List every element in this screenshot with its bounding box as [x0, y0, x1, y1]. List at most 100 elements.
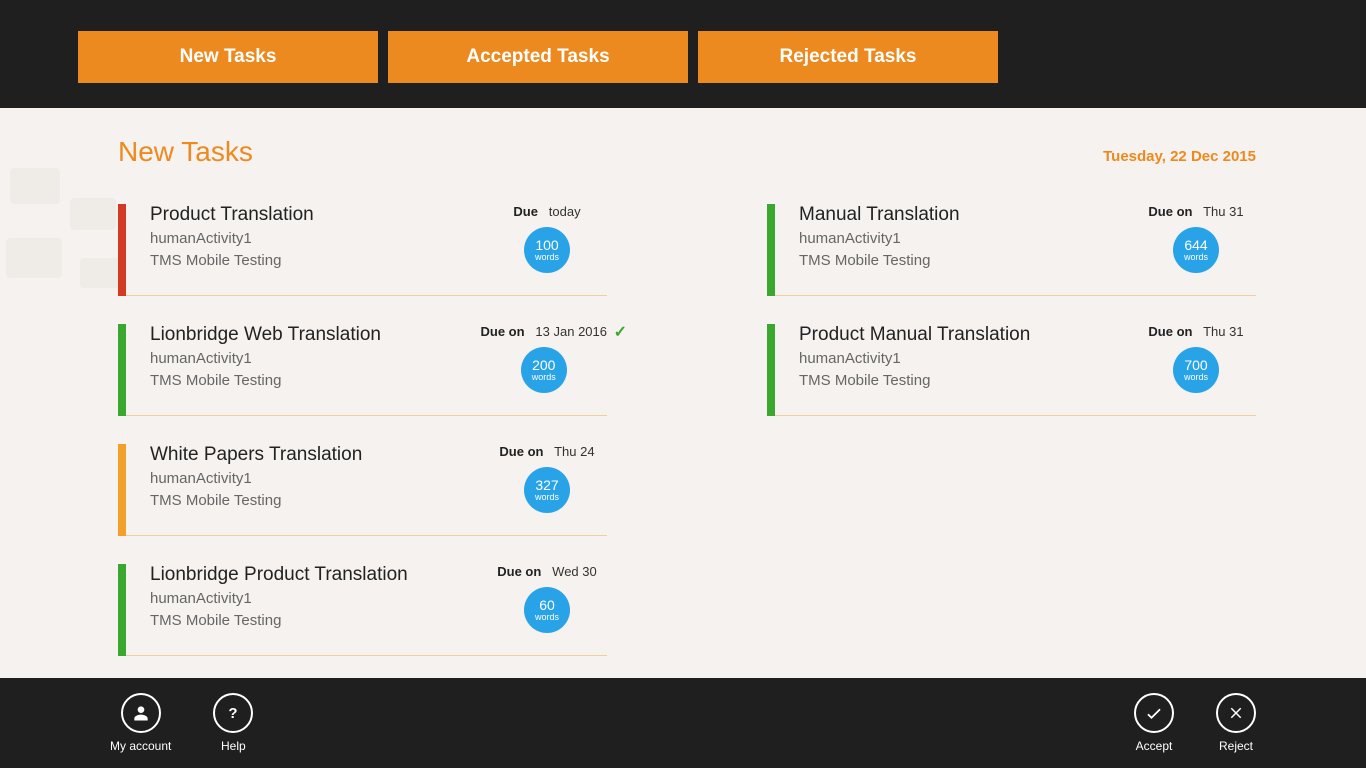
task-title: Lionbridge Product Translation: [150, 564, 408, 586]
words-label: words: [532, 373, 556, 382]
tab-new-tasks[interactable]: New Tasks: [78, 31, 378, 83]
words-label: words: [535, 613, 559, 622]
word-count: 700: [1184, 358, 1207, 372]
task-body: Lionbridge Web TranslationhumanActivity1…: [126, 324, 607, 416]
task-meta: Due on 13 Jan 2016200words✓: [481, 324, 607, 403]
task-card[interactable]: Product Manual TranslationhumanActivity1…: [767, 324, 1256, 416]
due-value: Thu 31: [1200, 204, 1244, 219]
help-icon: ?: [213, 693, 253, 733]
word-count: 327: [535, 478, 558, 492]
status-stripe: [118, 564, 126, 656]
due-value: Thu 24: [551, 444, 595, 459]
due-label: Due on: [497, 564, 541, 579]
reject-icon: [1216, 693, 1256, 733]
word-count-badge: 60words: [524, 587, 570, 633]
accept-icon: [1134, 693, 1174, 733]
task-meta: Due on Wed 30 60words: [487, 564, 607, 643]
page-title: New Tasks: [118, 136, 253, 168]
task-body: Lionbridge Product TranslationhumanActiv…: [126, 564, 607, 656]
task-card[interactable]: Lionbridge Web TranslationhumanActivity1…: [118, 324, 607, 416]
due-label: Due: [513, 204, 538, 219]
top-tab-bar: New Tasks Accepted Tasks Rejected Tasks: [0, 0, 1366, 108]
task-body: Product TranslationhumanActivity1TMS Mob…: [126, 204, 607, 296]
task-project: TMS Mobile Testing: [799, 250, 960, 272]
task-project: TMS Mobile Testing: [799, 370, 1030, 392]
word-count: 60: [539, 598, 555, 612]
word-count-badge: 100words: [524, 227, 570, 273]
task-card[interactable]: Product TranslationhumanActivity1TMS Mob…: [118, 204, 607, 296]
due-line: Due on Wed 30: [487, 564, 607, 579]
due-line: Due today: [487, 204, 607, 219]
due-label: Due on: [1148, 204, 1192, 219]
task-meta: Due on Thu 31 644words: [1136, 204, 1256, 283]
due-line: Due on 13 Jan 2016: [481, 324, 607, 339]
due-line: Due on Thu 31: [1136, 204, 1256, 219]
task-title: White Papers Translation: [150, 444, 362, 466]
help-label: Help: [221, 739, 246, 753]
word-count-badge: 700words: [1173, 347, 1219, 393]
words-label: words: [1184, 373, 1208, 382]
word-count-badge: 644words: [1173, 227, 1219, 273]
task-body: White Papers TranslationhumanActivity1TM…: [126, 444, 607, 536]
task-info: Manual TranslationhumanActivity1TMS Mobi…: [799, 204, 960, 283]
task-info: Lionbridge Product TranslationhumanActiv…: [150, 564, 408, 643]
due-value: 13 Jan 2016: [532, 324, 607, 339]
word-count: 644: [1184, 238, 1207, 252]
task-title: Product Manual Translation: [799, 324, 1030, 346]
words-label: words: [1184, 253, 1208, 262]
task-activity: humanActivity1: [799, 228, 960, 250]
due-label: Due on: [1148, 324, 1192, 339]
task-activity: humanActivity1: [799, 348, 1030, 370]
task-activity: humanActivity1: [150, 468, 362, 490]
task-card[interactable]: White Papers TranslationhumanActivity1TM…: [118, 444, 607, 536]
task-title: Product Translation: [150, 204, 314, 226]
task-title: Manual Translation: [799, 204, 960, 226]
status-stripe: [118, 444, 126, 536]
word-count: 200: [532, 358, 555, 372]
words-label: words: [535, 493, 559, 502]
task-body: Product Manual TranslationhumanActivity1…: [775, 324, 1256, 416]
status-stripe: [118, 204, 126, 296]
task-project: TMS Mobile Testing: [150, 370, 381, 392]
help-button[interactable]: ? Help: [213, 693, 253, 753]
accept-label: Accept: [1136, 739, 1173, 753]
task-body: Manual TranslationhumanActivity1TMS Mobi…: [775, 204, 1256, 296]
reject-button[interactable]: Reject: [1216, 693, 1256, 753]
due-line: Due on Thu 24: [487, 444, 607, 459]
word-count-badge: 200words: [521, 347, 567, 393]
status-stripe: [767, 204, 775, 296]
accept-button[interactable]: Accept: [1134, 693, 1174, 753]
task-activity: humanActivity1: [150, 588, 408, 610]
word-count-badge: 327words: [524, 467, 570, 513]
page-date: Tuesday, 22 Dec 2015: [1103, 148, 1256, 165]
task-activity: humanActivity1: [150, 348, 381, 370]
task-card[interactable]: Lionbridge Product TranslationhumanActiv…: [118, 564, 607, 656]
task-info: Lionbridge Web TranslationhumanActivity1…: [150, 324, 381, 403]
task-meta: Due on Thu 24 327words: [487, 444, 607, 523]
task-column-right: Manual TranslationhumanActivity1TMS Mobi…: [767, 204, 1256, 684]
due-line: Due on Thu 31: [1136, 324, 1256, 339]
task-activity: humanActivity1: [150, 228, 314, 250]
check-icon: ✓: [614, 322, 627, 342]
status-stripe: [767, 324, 775, 416]
tab-rejected-tasks[interactable]: Rejected Tasks: [698, 31, 998, 83]
task-title: Lionbridge Web Translation: [150, 324, 381, 346]
svg-text:?: ?: [229, 705, 238, 722]
task-meta: Due on Thu 31 700words: [1136, 324, 1256, 403]
task-info: Product Manual TranslationhumanActivity1…: [799, 324, 1030, 403]
tab-accepted-tasks[interactable]: Accepted Tasks: [388, 31, 688, 83]
reject-label: Reject: [1219, 739, 1253, 753]
due-label: Due on: [499, 444, 543, 459]
task-project: TMS Mobile Testing: [150, 610, 408, 632]
due-value: Wed 30: [549, 564, 597, 579]
my-account-label: My account: [110, 739, 171, 753]
due-value: today: [545, 204, 580, 219]
task-meta: Due today 100words: [487, 204, 607, 283]
due-label: Due on: [481, 324, 525, 339]
task-card[interactable]: Manual TranslationhumanActivity1TMS Mobi…: [767, 204, 1256, 296]
task-project: TMS Mobile Testing: [150, 250, 314, 272]
task-info: White Papers TranslationhumanActivity1TM…: [150, 444, 362, 523]
my-account-button[interactable]: My account: [110, 693, 171, 753]
words-label: words: [535, 253, 559, 262]
bottom-app-bar: My account ? Help Accept Reject: [0, 678, 1366, 768]
